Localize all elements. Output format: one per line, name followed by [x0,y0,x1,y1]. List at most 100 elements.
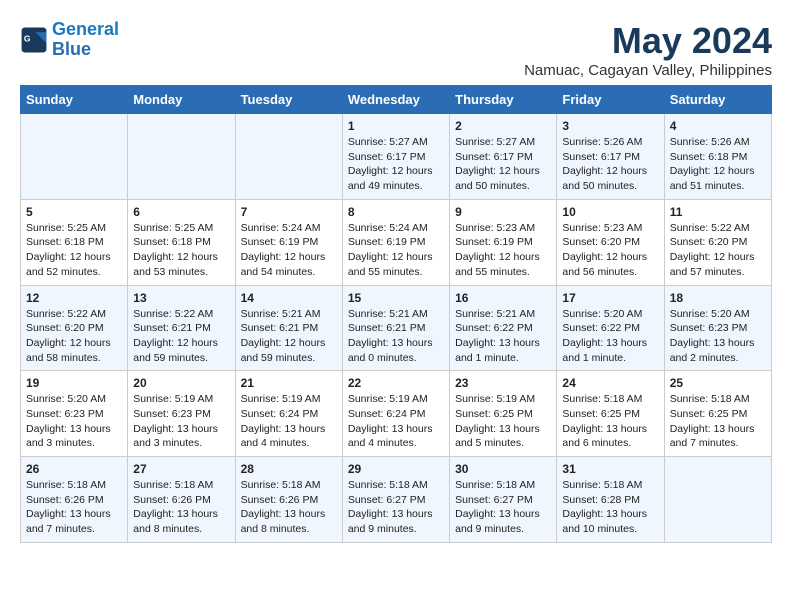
header-row: Sunday Monday Tuesday Wednesday Thursday… [21,86,772,114]
day-cell: 27 Sunrise: 5:18 AMSunset: 6:26 PMDayligh… [128,457,235,543]
day-info: Sunrise: 5:25 AMSunset: 6:18 PMDaylight:… [133,221,229,280]
day-number: 27 [133,462,229,476]
col-friday: Friday [557,86,664,114]
day-cell: 20 Sunrise: 5:19 AMSunset: 6:23 PMDayligh… [128,371,235,457]
day-cell: 17 Sunrise: 5:20 AMSunset: 6:22 PMDayligh… [557,285,664,371]
day-info: Sunrise: 5:19 AMSunset: 6:23 PMDaylight:… [133,392,229,451]
day-number: 25 [670,376,766,390]
day-cell: 6 Sunrise: 5:25 AMSunset: 6:18 PMDaylight… [128,199,235,285]
day-info: Sunrise: 5:18 AMSunset: 6:26 PMDaylight:… [133,478,229,537]
day-number: 11 [670,205,766,219]
day-info: Sunrise: 5:21 AMSunset: 6:21 PMDaylight:… [348,307,444,366]
day-cell: 3 Sunrise: 5:26 AMSunset: 6:17 PMDaylight… [557,114,664,200]
week-row-3: 12Sunrise: 5:22 AMSunset: 6:20 PMDayligh… [21,285,772,371]
day-cell: 10 Sunrise: 5:23 AMSunset: 6:20 PMDayligh… [557,199,664,285]
day-number: 3 [562,119,658,133]
day-info: Sunrise: 5:18 AMSunset: 6:25 PMDaylight:… [670,392,766,451]
week-row-4: 19 Sunrise: 5:20 AMSunset: 6:23 PMDayligh… [21,371,772,457]
day-cell [235,114,342,200]
day-number: 14 [241,291,337,305]
day-cell: 1 Sunrise: 5:27 AMSunset: 6:17 PMDaylight… [342,114,449,200]
day-info: Sunrise: 5:27 AMSunset: 6:17 PMDaylight:… [348,135,444,194]
day-info: Sunrise: 5:22 AMSunset: 6:21 PMDaylight:… [133,307,229,366]
day-number: 9 [455,205,551,219]
day-cell [664,457,771,543]
day-cell: 7 Sunrise: 5:24 AMSunset: 6:19 PMDaylight… [235,199,342,285]
col-monday: Monday [128,86,235,114]
day-number: 12 [26,291,122,305]
day-number: 26 [26,462,122,476]
day-number: 29 [348,462,444,476]
day-cell: 15 Sunrise: 5:21 AMSunset: 6:21 PMDayligh… [342,285,449,371]
day-number: 28 [241,462,337,476]
day-cell [21,114,128,200]
day-cell: 16Sunrise: 5:21 AMSunset: 6:22 PMDayligh… [450,285,557,371]
day-cell: 23 Sunrise: 5:19 AMSunset: 6:25 PMDayligh… [450,371,557,457]
logo-text: General Blue [52,20,119,60]
day-cell: 4 Sunrise: 5:26 AMSunset: 6:18 PMDaylight… [664,114,771,200]
day-cell: 14 Sunrise: 5:21 AMSunset: 6:21 PMDayligh… [235,285,342,371]
title-area: May 2024 Namuac, Cagayan Valley, Philipp… [524,20,772,79]
day-cell: 9 Sunrise: 5:23 AMSunset: 6:19 PMDaylight… [450,199,557,285]
day-number: 10 [562,205,658,219]
day-cell: 12Sunrise: 5:22 AMSunset: 6:20 PMDayligh… [21,285,128,371]
day-number: 19 [26,376,122,390]
day-number: 20 [133,376,229,390]
calendar-table: Sunday Monday Tuesday Wednesday Thursday… [20,85,772,543]
day-number: 18 [670,291,766,305]
week-row-2: 5 Sunrise: 5:25 AMSunset: 6:18 PMDaylight… [21,199,772,285]
day-number: 8 [348,205,444,219]
day-info: Sunrise: 5:24 AMSunset: 6:19 PMDaylight:… [348,221,444,280]
day-number: 15 [348,291,444,305]
day-cell: 19 Sunrise: 5:20 AMSunset: 6:23 PMDayligh… [21,371,128,457]
day-info: Sunrise: 5:18 AMSunset: 6:27 PMDaylight:… [348,478,444,537]
week-row-5: 26 Sunrise: 5:18 AMSunset: 6:26 PMDayligh… [21,457,772,543]
day-info: Sunrise: 5:19 AMSunset: 6:24 PMDaylight:… [241,392,337,451]
day-number: 1 [348,119,444,133]
day-number: 17 [562,291,658,305]
day-info: Sunrise: 5:18 AMSunset: 6:27 PMDaylight:… [455,478,551,537]
day-info: Sunrise: 5:22 AMSunset: 6:20 PMDaylight:… [670,221,766,280]
day-number: 22 [348,376,444,390]
day-info: Sunrise: 5:19 AMSunset: 6:25 PMDaylight:… [455,392,551,451]
day-number: 4 [670,119,766,133]
day-cell: 30Sunrise: 5:18 AMSunset: 6:27 PMDayligh… [450,457,557,543]
day-number: 13 [133,291,229,305]
day-info: Sunrise: 5:20 AMSunset: 6:23 PMDaylight:… [26,392,122,451]
day-cell: 11 Sunrise: 5:22 AMSunset: 6:20 PMDayligh… [664,199,771,285]
day-info: Sunrise: 5:23 AMSunset: 6:20 PMDaylight:… [562,221,658,280]
day-info: Sunrise: 5:21 AMSunset: 6:22 PMDaylight:… [455,307,551,366]
day-info: Sunrise: 5:26 AMSunset: 6:18 PMDaylight:… [670,135,766,194]
day-info: Sunrise: 5:26 AMSunset: 6:17 PMDaylight:… [562,135,658,194]
day-cell: 25 Sunrise: 5:18 AMSunset: 6:25 PMDayligh… [664,371,771,457]
day-info: Sunrise: 5:20 AMSunset: 6:22 PMDaylight:… [562,307,658,366]
day-cell: 26Sunrise: 5:18 AMSunset: 6:26 PMDayligh… [21,457,128,543]
day-number: 7 [241,205,337,219]
day-cell: 31 Sunrise: 5:18 AMSunset: 6:28 PMDayligh… [557,457,664,543]
day-number: 31 [562,462,658,476]
day-info: Sunrise: 5:27 AMSunset: 6:17 PMDaylight:… [455,135,551,194]
header: G General Blue May 2024 Namuac, Cagayan … [20,20,772,79]
svg-text:G: G [24,33,31,43]
col-thursday: Thursday [450,86,557,114]
col-tuesday: Tuesday [235,86,342,114]
day-cell: 13 Sunrise: 5:22 AMSunset: 6:21 PMDayligh… [128,285,235,371]
day-number: 24 [562,376,658,390]
day-info: Sunrise: 5:20 AMSunset: 6:23 PMDaylight:… [670,307,766,366]
day-cell: 29 Sunrise: 5:18 AMSunset: 6:27 PMDayligh… [342,457,449,543]
day-cell [128,114,235,200]
day-number: 23 [455,376,551,390]
day-info: Sunrise: 5:23 AMSunset: 6:19 PMDaylight:… [455,221,551,280]
day-number: 5 [26,205,122,219]
col-wednesday: Wednesday [342,86,449,114]
day-info: Sunrise: 5:21 AMSunset: 6:21 PMDaylight:… [241,307,337,366]
day-number: 6 [133,205,229,219]
day-cell: 18 Sunrise: 5:20 AMSunset: 6:23 PMDayligh… [664,285,771,371]
day-info: Sunrise: 5:18 AMSunset: 6:28 PMDaylight:… [562,478,658,537]
day-info: Sunrise: 5:24 AMSunset: 6:19 PMDaylight:… [241,221,337,280]
week-row-1: 1 Sunrise: 5:27 AMSunset: 6:17 PMDaylight… [21,114,772,200]
calendar-subtitle: Namuac, Cagayan Valley, Philippines [524,62,772,79]
day-cell: 2Sunrise: 5:27 AMSunset: 6:17 PMDaylight… [450,114,557,200]
col-sunday: Sunday [21,86,128,114]
day-cell: 8 Sunrise: 5:24 AMSunset: 6:19 PMDaylight… [342,199,449,285]
